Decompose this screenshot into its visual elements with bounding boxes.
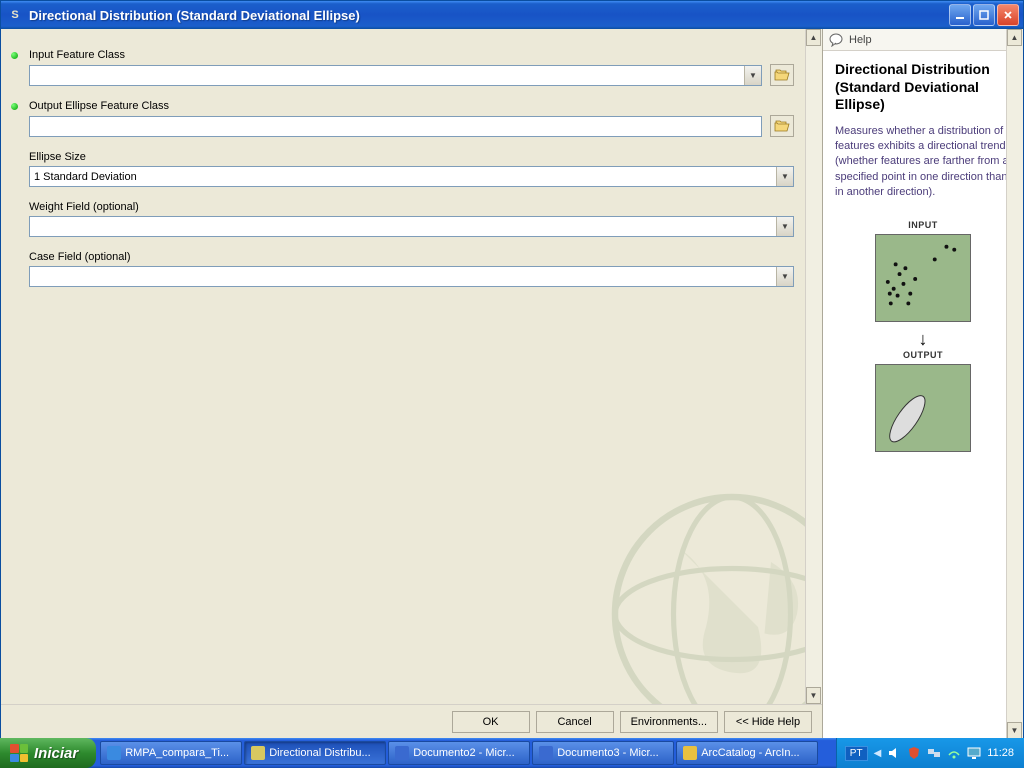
tray-wifi-icon[interactable] xyxy=(947,746,961,760)
label-text: Case Field (optional) xyxy=(29,251,131,263)
dropdown-arrow-icon[interactable]: ▼ xyxy=(776,217,793,236)
required-dot-icon xyxy=(11,103,18,110)
dropdown-arrow-icon[interactable]: ▼ xyxy=(776,267,793,286)
system-tray: PT ◀ 11:28 xyxy=(836,738,1024,768)
cancel-button[interactable]: Cancel xyxy=(536,711,614,733)
dialog-button-bar: OK Cancel Environments... << Hide Help xyxy=(1,704,822,739)
task-buttons: RMPA_compara_Ti... Directional Distribu.… xyxy=(96,738,836,768)
help-input-illustration xyxy=(875,234,971,322)
help-header: Help xyxy=(823,29,1023,51)
window-title: Directional Distribution (Standard Devia… xyxy=(29,8,949,23)
output-ellipse-input-wrap[interactable] xyxy=(29,116,762,137)
form-scroll-area: Input Feature Class ▼ xyxy=(1,29,822,704)
label-weight-field: Weight Field (optional) xyxy=(29,201,794,213)
scroll-down-icon[interactable]: ▼ xyxy=(806,687,821,704)
help-scrollbar[interactable]: ▲ ▼ xyxy=(1006,29,1023,739)
label-text: Output Ellipse Feature Class xyxy=(29,100,169,112)
scroll-up-icon[interactable]: ▲ xyxy=(806,29,821,46)
task-label: Documento3 - Micr... xyxy=(557,747,658,759)
help-header-label: Help xyxy=(849,34,872,46)
arrow-down-icon: ↓ xyxy=(835,330,1011,348)
help-output-label: OUTPUT xyxy=(835,350,1011,360)
scroll-down-icon[interactable]: ▼ xyxy=(1007,722,1022,739)
label-case-field: Case Field (optional) xyxy=(29,251,794,263)
taskbar-item[interactable]: Documento3 - Micr... xyxy=(532,741,674,765)
windows-logo-icon xyxy=(10,744,28,762)
dropdown-arrow-icon[interactable]: ▼ xyxy=(776,167,793,186)
field-weight-field: Weight Field (optional) ▼ xyxy=(29,201,794,237)
start-label: Iniciar xyxy=(34,745,78,762)
task-label: ArcCatalog - ArcIn... xyxy=(701,747,799,759)
label-ellipse-size: Ellipse Size xyxy=(29,151,794,163)
task-app-icon xyxy=(107,746,121,760)
window-controls xyxy=(949,4,1019,26)
browse-button[interactable] xyxy=(770,115,794,137)
taskbar-item[interactable]: RMPA_compara_Ti... xyxy=(100,741,242,765)
tray-network-icon[interactable] xyxy=(927,746,941,760)
folder-open-icon xyxy=(774,119,790,133)
weight-field-input[interactable] xyxy=(30,217,776,236)
field-ellipse-size: Ellipse Size ▼ xyxy=(29,151,794,187)
tray-volume-icon[interactable] xyxy=(887,746,901,760)
environments-button[interactable]: Environments... xyxy=(620,711,718,733)
task-app-icon xyxy=(683,746,697,760)
ok-button[interactable]: OK xyxy=(452,711,530,733)
help-pane: Help Directional Distribution (Standard … xyxy=(823,29,1023,739)
titlebar: S Directional Distribution (Standard Dev… xyxy=(1,1,1023,29)
minimize-button[interactable] xyxy=(949,4,971,26)
maximize-button[interactable] xyxy=(973,4,995,26)
task-app-icon xyxy=(395,746,409,760)
hide-help-button[interactable]: << Hide Help xyxy=(724,711,812,733)
help-input-label: INPUT xyxy=(835,220,1011,230)
tray-display-icon[interactable] xyxy=(967,746,981,760)
globe-watermark-icon xyxy=(602,484,822,704)
start-button[interactable]: Iniciar xyxy=(0,738,96,768)
task-label: RMPA_compara_Ti... xyxy=(125,747,229,759)
field-input-feature-class: Input Feature Class ▼ xyxy=(29,49,794,86)
combo-ellipse-size[interactable]: ▼ xyxy=(29,166,794,187)
dropdown-arrow-icon[interactable]: ▼ xyxy=(744,66,761,85)
app-icon: S xyxy=(7,7,23,23)
field-output-ellipse-feature-class: Output Ellipse Feature Class xyxy=(29,100,794,137)
combo-input-feature-class[interactable]: ▼ xyxy=(29,65,762,86)
ellipse-size-value[interactable] xyxy=(30,167,776,186)
form-pane: Input Feature Class ▼ xyxy=(1,29,823,739)
taskbar-item[interactable]: ArcCatalog - ArcIn... xyxy=(676,741,818,765)
task-app-icon xyxy=(251,746,265,760)
help-description: Measures whether a distribution of featu… xyxy=(835,124,1011,201)
task-label: Documento2 - Micr... xyxy=(413,747,514,759)
combo-case-field[interactable]: ▼ xyxy=(29,266,794,287)
form-scrollbar[interactable]: ▲ ▼ xyxy=(805,29,822,704)
taskbar: Iniciar RMPA_compara_Ti... Directional D… xyxy=(0,738,1024,768)
browse-button[interactable] xyxy=(770,64,794,86)
close-button[interactable] xyxy=(997,4,1019,26)
taskbar-item[interactable]: Documento2 - Micr... xyxy=(388,741,530,765)
case-field-input[interactable] xyxy=(30,267,776,286)
label-text: Ellipse Size xyxy=(29,151,86,163)
tray-shield-icon[interactable] xyxy=(907,746,921,760)
language-indicator[interactable]: PT xyxy=(845,746,868,761)
input-feature-class-input[interactable] xyxy=(30,66,744,85)
tray-chevron-icon[interactable]: ◀ xyxy=(874,748,882,759)
content-area: Input Feature Class ▼ xyxy=(1,29,1023,739)
help-bubble-icon xyxy=(829,33,843,47)
task-app-icon xyxy=(539,746,553,760)
output-ellipse-input[interactable] xyxy=(30,117,761,136)
scroll-up-icon[interactable]: ▲ xyxy=(1007,29,1022,46)
taskbar-item[interactable]: Directional Distribu... xyxy=(244,741,386,765)
field-case-field: Case Field (optional) ▼ xyxy=(29,251,794,287)
label-text: Weight Field (optional) xyxy=(29,201,139,213)
help-body: Directional Distribution (Standard Devia… xyxy=(823,51,1023,739)
label-output-ellipse: Output Ellipse Feature Class xyxy=(29,100,794,112)
clock[interactable]: 11:28 xyxy=(987,747,1014,759)
label-input-feature-class: Input Feature Class xyxy=(29,49,794,61)
label-text: Input Feature Class xyxy=(29,49,125,61)
tool-dialog-window: S Directional Distribution (Standard Dev… xyxy=(0,0,1024,740)
help-output-illustration xyxy=(875,364,971,452)
required-dot-icon xyxy=(11,52,18,59)
combo-weight-field[interactable]: ▼ xyxy=(29,216,794,237)
task-label: Directional Distribu... xyxy=(269,747,370,759)
folder-open-icon xyxy=(774,68,790,82)
help-title: Directional Distribution (Standard Devia… xyxy=(835,61,1011,114)
